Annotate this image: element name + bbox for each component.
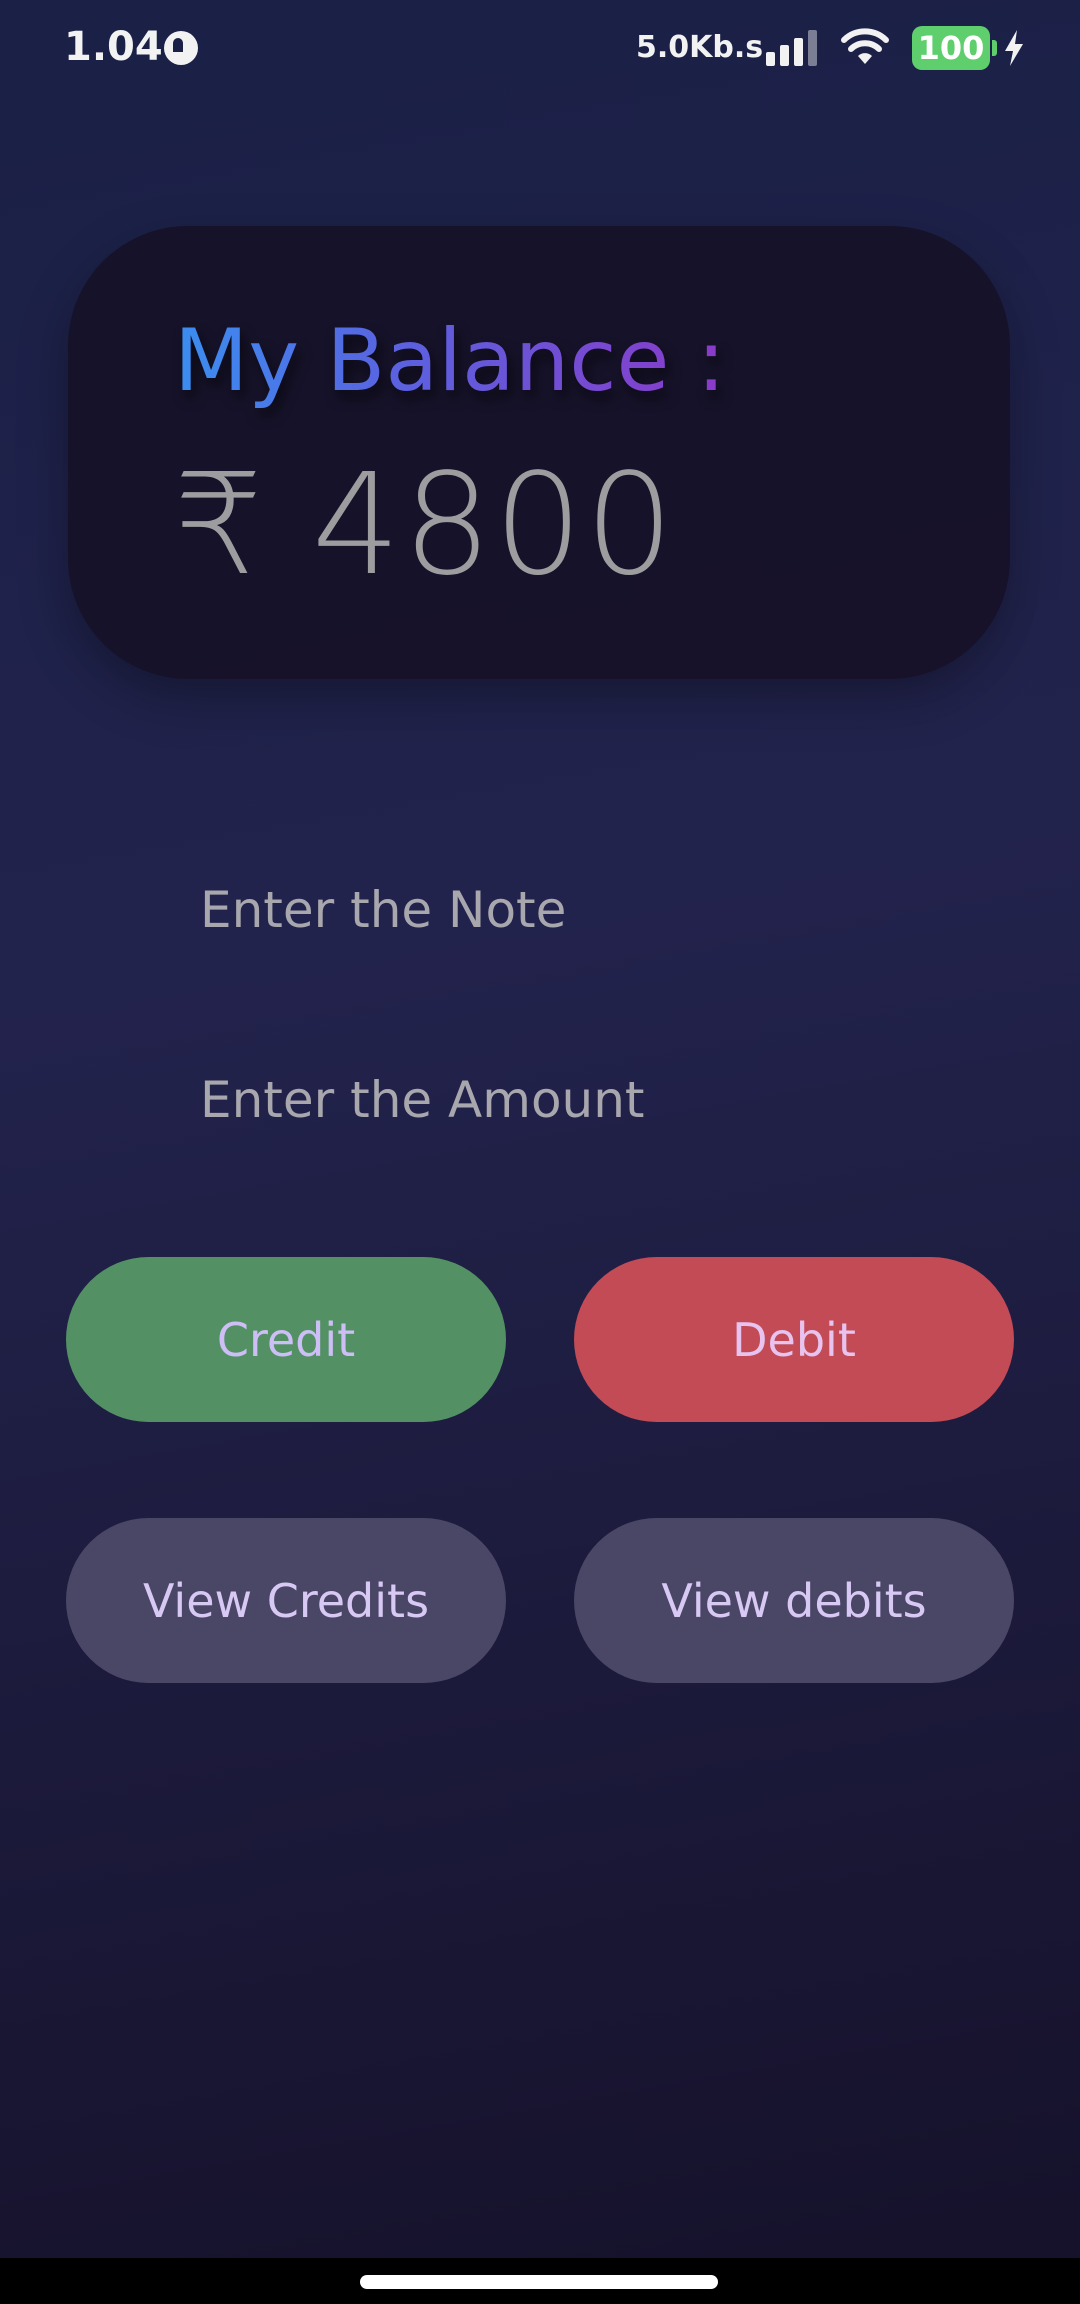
credit-button[interactable]: Credit xyxy=(66,1257,506,1422)
debit-button[interactable]: Debit xyxy=(574,1257,1014,1422)
signal-icon xyxy=(766,30,822,66)
network-speed: 5.0Kb.s xyxy=(636,30,764,65)
view-credits-button[interactable]: View Credits xyxy=(66,1518,506,1683)
amount-input[interactable] xyxy=(200,1060,1000,1140)
status-bar: 1.04 5.0Kb.s 100 xyxy=(0,0,1080,96)
app-notification-icon xyxy=(164,31,198,65)
wifi-icon xyxy=(841,28,889,64)
balance-amount: ₹ 4800 xyxy=(174,444,676,607)
balance-label: My Balance : xyxy=(174,306,726,416)
charging-icon xyxy=(1005,30,1023,66)
status-time: 1.04 xyxy=(64,24,163,70)
view-debits-button[interactable]: View debits xyxy=(574,1518,1014,1683)
battery-icon: 100 xyxy=(912,26,997,70)
home-indicator[interactable] xyxy=(360,2275,718,2289)
balance-card: My Balance : ₹ 4800 xyxy=(68,226,1010,679)
note-input[interactable] xyxy=(200,870,1000,950)
